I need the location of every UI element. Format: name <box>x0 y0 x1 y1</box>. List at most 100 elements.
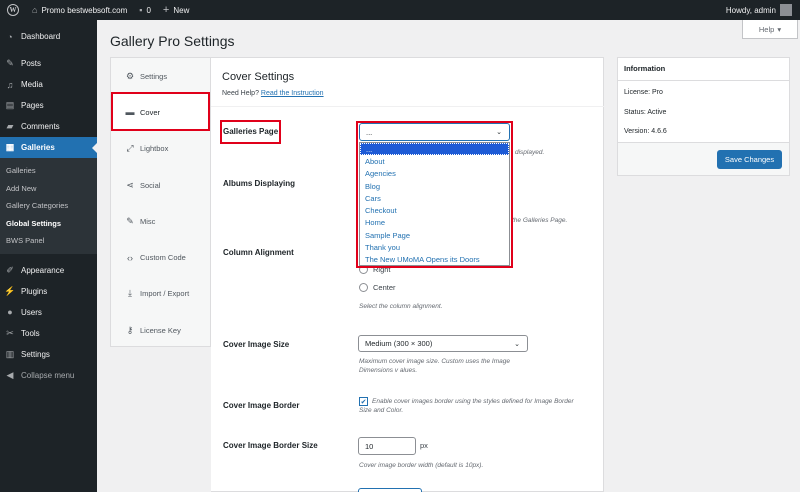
media-icon: ♫ <box>6 79 14 90</box>
key-icon: ⚷ <box>126 324 134 335</box>
admin-sidebar: ◔ Dashboard ✎ Posts ♫ Media ▤ Pages ▰ Comment… <box>0 20 97 492</box>
status-text: Status: Active <box>624 109 667 116</box>
sidebar-item-media[interactable]: ♫ Media <box>0 74 97 95</box>
settings-icon: ▥ <box>5 348 15 359</box>
tab-license-key[interactable]: ⚷ License Key <box>111 312 210 348</box>
tab-label: Custom Code <box>140 253 186 263</box>
sidebar-item-galleries[interactable]: ▦ Galleries <box>0 137 97 158</box>
sidebar-item-label: Galleries <box>21 143 55 152</box>
cover-image-border-label: Cover Image Border <box>223 401 300 410</box>
submenu-item-global-settings[interactable]: Global Settings <box>0 215 97 233</box>
submenu-item-bws-panel[interactable]: BWS Panel <box>0 232 97 250</box>
site-name-link[interactable]: ⌂ Promo bestwebsoft.com <box>26 0 133 20</box>
information-title: Information <box>624 64 666 73</box>
instruction-link[interactable]: Read the Instruction <box>261 90 324 97</box>
information-divider <box>617 80 790 81</box>
share-icon: ⋖ <box>126 179 134 190</box>
plugin-icon: ⚡ <box>4 285 16 296</box>
avatar <box>780 4 792 16</box>
sidebar-item-plugins[interactable]: ⚡ Plugins <box>0 281 97 302</box>
help-label: Help <box>758 24 775 34</box>
sidebar-item-users[interactable]: ● Users <box>0 302 97 323</box>
albums-displaying-description: the Galleries Page. <box>512 217 568 224</box>
tab-import-export[interactable]: ⤓ Import / Export <box>111 276 210 312</box>
input-value: 10 <box>365 441 374 451</box>
sidebar-item-dashboard[interactable]: ◔ Dashboard <box>0 26 97 47</box>
gear-icon: ⚙ <box>125 70 135 81</box>
license-text: License: Pro <box>624 89 663 96</box>
chevron-down-icon: ⌄ <box>514 341 520 348</box>
cover-tab-highlight <box>111 92 210 131</box>
tab-label: Import / Export <box>140 289 190 299</box>
wrench-icon: ✂ <box>6 327 14 338</box>
sidebar-item-collapse[interactable]: ◀ Collapse menu <box>0 365 97 386</box>
tab-label: Settings <box>140 71 168 81</box>
tab-social[interactable]: ⋖ Social <box>111 167 210 203</box>
wrench-icon: ✎ <box>126 215 134 226</box>
sidebar-item-pages[interactable]: ▤ Pages <box>0 95 97 116</box>
cover-image-border-size-label: Cover Image Border Size <box>223 441 318 450</box>
tab-custom-code[interactable]: ‹› Custom Code <box>111 239 210 275</box>
tab-label: Lightbox <box>140 144 169 154</box>
column-alignment-label: Column Alignment <box>223 248 294 257</box>
save-changes-button[interactable]: Save Changes <box>717 150 782 169</box>
download-icon: ⤓ <box>128 288 132 299</box>
comments-count: 0 <box>146 5 151 15</box>
cover-image-border-description: Enable cover images border using the sty… <box>359 398 574 414</box>
version-text: Version: 4.6.6 <box>624 128 667 135</box>
tab-misc[interactable]: ✎ Misc <box>111 203 210 239</box>
sidebar-item-comments[interactable]: ▰ Comments <box>0 116 97 137</box>
radio-circle <box>359 283 368 292</box>
cover-image-border-size-input[interactable]: 10 <box>358 437 416 455</box>
brush-icon: ✐ <box>6 264 14 275</box>
galleries-page-description: displayed. <box>515 149 545 156</box>
sidebar-item-label: Tools <box>21 328 40 338</box>
howdy-label: Howdy, admin <box>725 5 776 15</box>
sidebar-item-label: Media <box>21 80 43 89</box>
comment-icon: ▪ <box>139 5 143 15</box>
cover-image-border-size-description: Cover image border width (default is 10p… <box>359 462 484 469</box>
sidebar-item-label: Users <box>21 307 42 317</box>
submenu-item-galleries[interactable]: Galleries <box>0 162 97 180</box>
collapse-icon: ◀ <box>6 369 14 380</box>
plus-icon: + <box>162 4 170 16</box>
dropdown-highlight <box>356 121 513 268</box>
home-icon: ⌂ <box>32 5 38 15</box>
sidebar-item-label: Posts <box>21 59 42 68</box>
help-button[interactable]: Help ▾ <box>742 20 798 39</box>
radio-center[interactable]: Center <box>359 283 396 292</box>
select-value: Medium (300 × 300) <box>365 339 433 348</box>
tab-label: Misc <box>140 216 156 226</box>
sidebar-item-posts[interactable]: ✎ Posts <box>0 53 97 74</box>
comments-icon: ▰ <box>6 121 14 131</box>
submenu-item-gallery-categories[interactable]: Gallery Categories <box>0 197 97 215</box>
tab-label: License Key <box>140 325 181 335</box>
need-help-label: Need Help? <box>222 90 259 97</box>
submenu-item-add-new[interactable]: Add New <box>0 180 97 198</box>
sidebar-item-settings[interactable]: ▥ Settings <box>0 344 97 365</box>
wordpress-logo-icon[interactable]: W <box>0 0 26 20</box>
new-label: New <box>173 5 190 15</box>
section-title: Cover Settings <box>222 71 295 83</box>
section-divider <box>211 106 604 107</box>
tab-lightbox[interactable]: ⤢ Lightbox <box>111 131 210 167</box>
sidebar-item-tools[interactable]: ✂ Tools <box>0 323 97 344</box>
column-alignment-description: Select the column alignment. <box>359 303 443 310</box>
expand-icon: ⤢ <box>126 143 134 154</box>
account-menu[interactable]: Howdy, admin <box>726 0 792 20</box>
unit-label: px <box>420 441 428 450</box>
sidebar-item-label: Pages <box>21 101 44 110</box>
site-name-label: Promo bestwebsoft.com <box>41 5 128 15</box>
cover-image-size-label: Cover Image Size <box>223 340 290 349</box>
pages-icon: ▤ <box>5 100 15 110</box>
new-content-link[interactable]: + New <box>157 0 195 20</box>
caret-down-icon: ▾ <box>777 24 782 34</box>
cover-image-size-select[interactable]: Medium (300 × 300) ⌄ <box>358 335 528 352</box>
dashboard-icon: ◔ <box>7 31 13 42</box>
color-picker-button[interactable] <box>358 488 422 492</box>
sidebar-item-label: Plugins <box>21 286 48 296</box>
tab-settings[interactable]: ⚙ Settings <box>111 58 210 94</box>
comments-link[interactable]: ▪ 0 <box>133 0 157 20</box>
sidebar-item-appearance[interactable]: ✐ Appearance <box>0 260 97 281</box>
galleries-icon: ▦ <box>5 142 15 152</box>
